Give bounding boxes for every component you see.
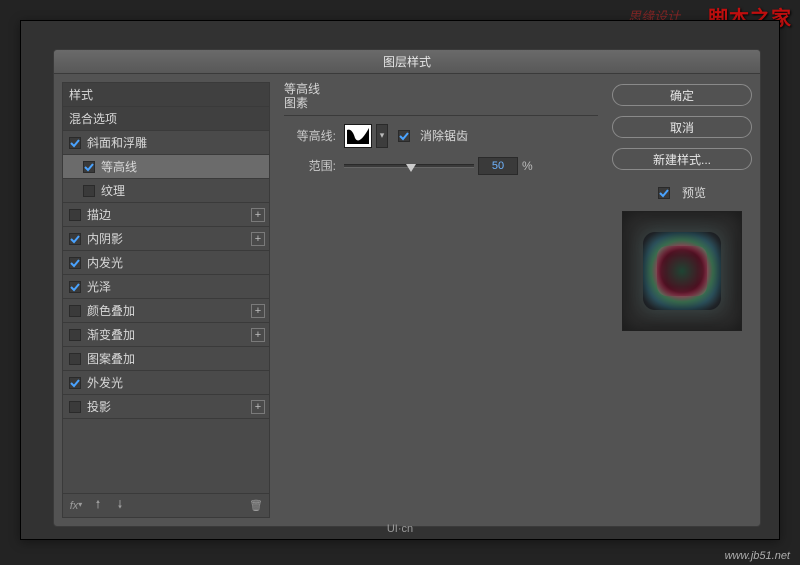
- style-item-label: 光泽: [87, 278, 111, 295]
- preview-checkbox[interactable]: 预览: [612, 184, 752, 201]
- style-item-0[interactable]: 斜面和浮雕: [63, 131, 269, 155]
- add-icon[interactable]: +: [251, 208, 265, 222]
- checkbox-icon[interactable]: [69, 329, 81, 341]
- style-item-label: 等高线: [101, 158, 137, 175]
- checkbox-icon[interactable]: [69, 377, 81, 389]
- checkbox-icon[interactable]: [83, 161, 95, 173]
- contour-label: 等高线:: [284, 127, 344, 144]
- style-item-3[interactable]: 描边 +: [63, 203, 269, 227]
- add-icon[interactable]: +: [251, 232, 265, 246]
- checkbox-icon[interactable]: [83, 185, 95, 197]
- checkbox-icon[interactable]: [69, 353, 81, 365]
- checkbox-icon[interactable]: [69, 281, 81, 293]
- trash-icon[interactable]: 🗑: [249, 499, 263, 512]
- style-item-label: 颜色叠加: [87, 302, 135, 319]
- style-item-label: 斜面和浮雕: [87, 134, 147, 151]
- checkbox-icon[interactable]: [69, 137, 81, 149]
- style-item-label: 投影: [87, 398, 111, 415]
- section-title: 等高线 图素: [284, 82, 598, 111]
- add-icon[interactable]: +: [251, 328, 265, 342]
- range-row: 范围: %: [284, 154, 598, 178]
- check-icon: [398, 130, 410, 142]
- range-label: 范围:: [284, 157, 344, 174]
- style-item-1[interactable]: 等高线: [63, 155, 269, 179]
- style-item-9[interactable]: 图案叠加: [63, 347, 269, 371]
- range-slider[interactable]: [344, 158, 474, 174]
- blending-options[interactable]: 混合选项: [63, 107, 269, 131]
- style-item-label: 描边: [87, 206, 111, 223]
- antialias-label: 消除锯齿: [420, 127, 468, 144]
- checkbox-icon[interactable]: [69, 305, 81, 317]
- settings-body: 等高线: ▾ 消除锯齿 范围:: [284, 115, 598, 518]
- arrow-up-icon[interactable]: 🠕: [91, 496, 105, 515]
- new-style-button[interactable]: 新建样式...: [612, 148, 752, 170]
- add-icon[interactable]: +: [251, 400, 265, 414]
- style-item-11[interactable]: 投影 +: [63, 395, 269, 419]
- watermark-bottom-right: www.jb51.net: [725, 550, 790, 562]
- checkbox-icon[interactable]: [69, 401, 81, 413]
- styles-panel: 样式 混合选项 斜面和浮雕等高线纹理描边 + 内阴影 + 内发光光泽颜色叠加 + 渐变叠加 +…: [62, 82, 270, 518]
- style-item-label: 图案叠加: [87, 350, 135, 367]
- style-item-label: 外发光: [87, 374, 123, 391]
- blending-options-label: 混合选项: [69, 110, 117, 127]
- dialog-title: 图层样式: [54, 50, 760, 74]
- settings-panel: 等高线 图素 等高线: ▾ 消除锯齿: [278, 82, 604, 518]
- styles-header-label: 样式: [69, 86, 93, 103]
- range-input[interactable]: [478, 157, 518, 175]
- arrow-down-icon[interactable]: 🠗: [113, 496, 127, 515]
- styles-list: 样式 混合选项 斜面和浮雕等高线纹理描边 + 内阴影 + 内发光光泽颜色叠加 + 渐变叠加 +…: [63, 83, 269, 493]
- checkbox-icon[interactable]: [69, 209, 81, 221]
- check-icon: [658, 187, 670, 199]
- style-item-label: 纹理: [101, 182, 125, 199]
- cancel-button[interactable]: 取消: [612, 116, 752, 138]
- style-item-label: 内发光: [87, 254, 123, 271]
- style-item-10[interactable]: 外发光: [63, 371, 269, 395]
- preview-label: 预览: [682, 184, 706, 201]
- antialias-checkbox[interactable]: 消除锯齿: [398, 127, 468, 144]
- contour-row: 等高线: ▾ 消除锯齿: [284, 124, 598, 148]
- slider-knob-icon: [406, 164, 416, 172]
- contour-dropdown[interactable]: ▾: [376, 124, 388, 148]
- checkbox-icon[interactable]: [69, 233, 81, 245]
- styles-footer: fx▾ 🠕 🠗 🗑: [63, 493, 269, 517]
- style-item-5[interactable]: 内发光: [63, 251, 269, 275]
- style-item-6[interactable]: 光泽: [63, 275, 269, 299]
- actions-panel: 确定 取消 新建样式... 预览: [612, 82, 752, 518]
- fx-icon[interactable]: fx▾: [69, 500, 83, 512]
- style-item-8[interactable]: 渐变叠加 +: [63, 323, 269, 347]
- style-item-label: 内阴影: [87, 230, 123, 247]
- layer-style-dialog: 图层样式 样式 混合选项 斜面和浮雕等高线纹理描边 + 内阴影 + 内发光光泽颜色叠加 +…: [53, 49, 761, 527]
- preview-thumbnail: [622, 211, 742, 331]
- style-item-label: 渐变叠加: [87, 326, 135, 343]
- app-frame: 图层样式 样式 混合选项 斜面和浮雕等高线纹理描边 + 内阴影 + 内发光光泽颜色叠加 +…: [20, 20, 780, 540]
- styles-header[interactable]: 样式: [63, 83, 269, 107]
- style-item-2[interactable]: 纹理: [63, 179, 269, 203]
- checkbox-icon[interactable]: [69, 257, 81, 269]
- style-item-4[interactable]: 内阴影 +: [63, 227, 269, 251]
- contour-thumbnail[interactable]: [344, 124, 372, 148]
- dialog-content: 样式 混合选项 斜面和浮雕等高线纹理描边 + 内阴影 + 内发光光泽颜色叠加 + 渐变叠加 +…: [54, 74, 760, 526]
- style-item-7[interactable]: 颜色叠加 +: [63, 299, 269, 323]
- range-unit: %: [522, 159, 533, 173]
- ok-button[interactable]: 确定: [612, 84, 752, 106]
- footer-logo: UI·cn: [387, 523, 413, 535]
- add-icon[interactable]: +: [251, 304, 265, 318]
